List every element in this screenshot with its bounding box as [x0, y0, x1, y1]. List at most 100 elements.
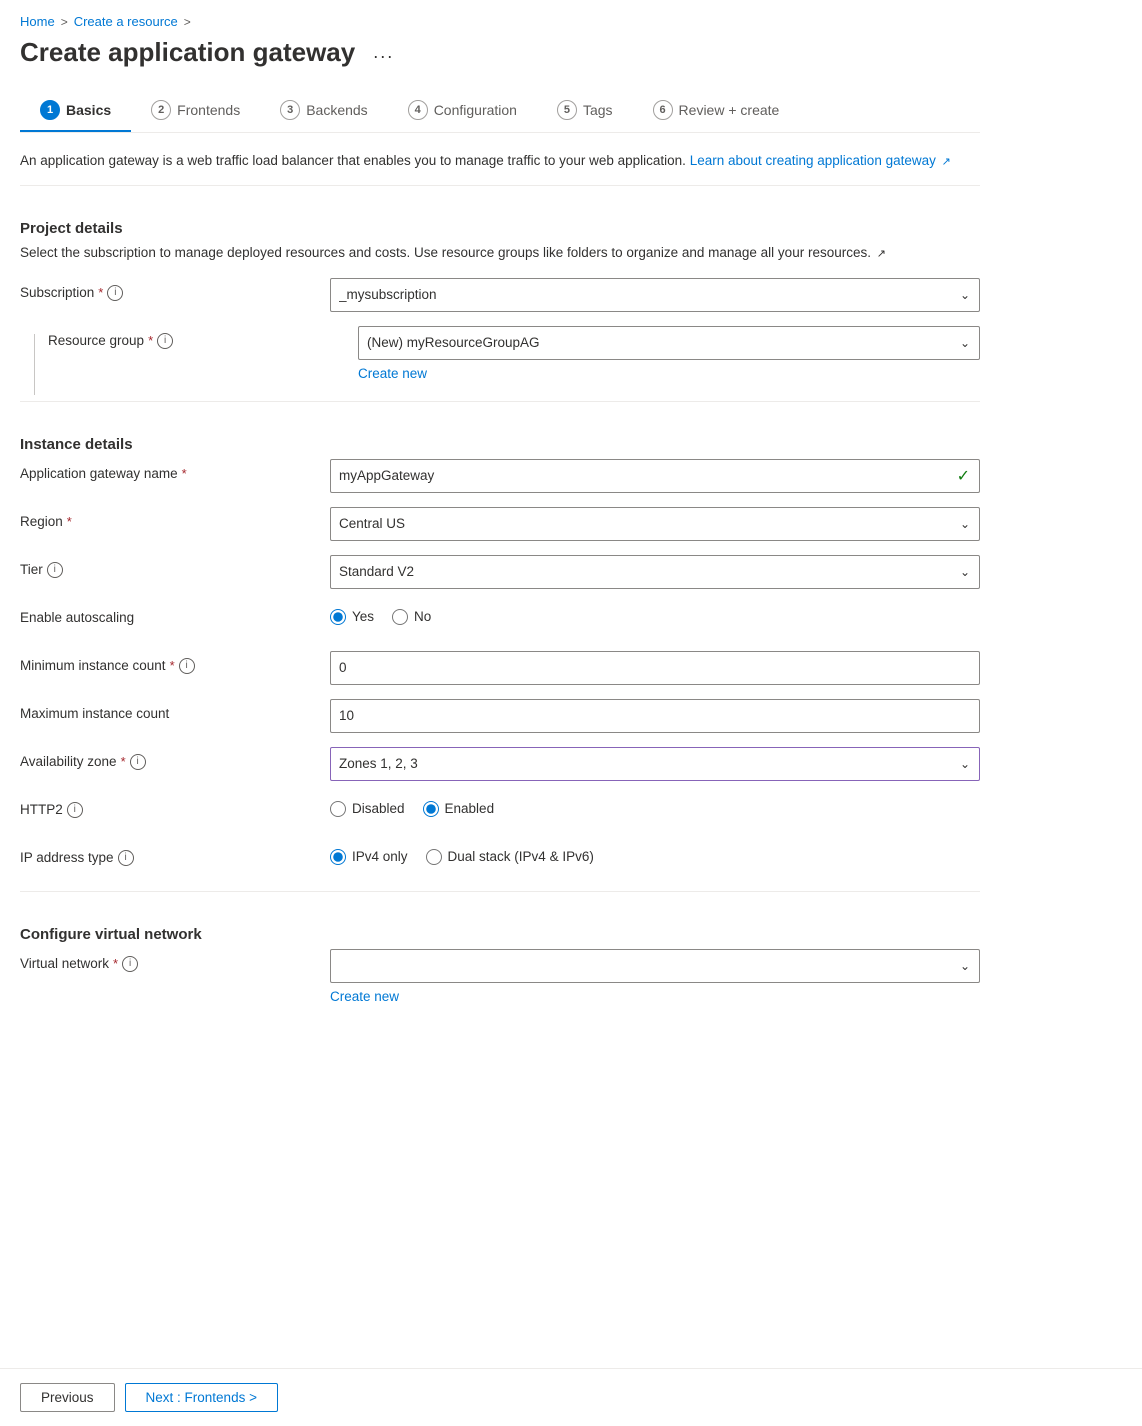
tab-configuration[interactable]: 4 Configuration: [388, 92, 537, 132]
vnet-section: Configure virtual network Virtual networ…: [20, 891, 980, 1004]
next-button[interactable]: Next : Frontends >: [125, 1383, 278, 1412]
autoscaling-yes-radio[interactable]: [330, 609, 346, 625]
rg-required: *: [148, 333, 153, 348]
tier-control: Standard V2 ⌄: [330, 555, 980, 589]
autoscaling-yes-option[interactable]: Yes: [330, 609, 374, 625]
availability-info-icon[interactable]: i: [130, 754, 146, 770]
bottom-bar: Previous Next : Frontends >: [0, 1368, 1142, 1426]
subscription-select[interactable]: _mysubscription: [330, 278, 980, 312]
breadcrumb-create-resource[interactable]: Create a resource: [74, 14, 178, 29]
gateway-name-input[interactable]: [330, 459, 980, 493]
tab-tags-circle: 5: [557, 100, 577, 120]
ip-dual-radio[interactable]: [426, 849, 442, 865]
http2-disabled-option[interactable]: Disabled: [330, 801, 405, 817]
breadcrumb-sep1: >: [61, 15, 68, 29]
instance-details-section: Instance details Application gateway nam…: [20, 401, 980, 877]
min-count-info-icon[interactable]: i: [179, 658, 195, 674]
tab-configuration-label: Configuration: [434, 102, 517, 118]
ip-type-label: IP address type i: [20, 843, 330, 866]
autoscaling-no-radio[interactable]: [392, 609, 408, 625]
instance-details-title: Instance details: [20, 436, 980, 453]
tier-info-icon[interactable]: i: [47, 562, 63, 578]
tab-review-circle: 6: [653, 100, 673, 120]
max-count-label: Maximum instance count: [20, 699, 330, 721]
gateway-name-row: Application gateway name * ✓: [20, 459, 980, 493]
tab-basics-label: Basics: [66, 102, 111, 118]
http2-disabled-radio[interactable]: [330, 801, 346, 817]
indent-col: [20, 326, 48, 395]
rg-info-icon[interactable]: i: [157, 333, 173, 349]
tab-basics-circle: 1: [40, 100, 60, 120]
page-title: Create application gateway: [20, 37, 355, 68]
availability-select[interactable]: Zones 1, 2, 3: [330, 747, 980, 781]
tab-frontends[interactable]: 2 Frontends: [131, 92, 260, 132]
region-control: Central US ⌄: [330, 507, 980, 541]
ip-type-control: IPv4 only Dual stack (IPv4 & IPv6): [330, 843, 980, 865]
region-row: Region * Central US ⌄: [20, 507, 980, 541]
tab-backends[interactable]: 3 Backends: [260, 92, 387, 132]
ip-type-radio-group: IPv4 only Dual stack (IPv4 & IPv6): [330, 843, 980, 865]
max-count-control: [330, 699, 980, 733]
autoscaling-label: Enable autoscaling: [20, 603, 330, 625]
availability-row: Availability zone * i Zones 1, 2, 3 ⌄: [20, 747, 980, 781]
vnet-select[interactable]: [330, 949, 980, 983]
create-new-vnet-link[interactable]: Create new: [330, 989, 399, 1004]
previous-button[interactable]: Previous: [20, 1383, 115, 1412]
resource-group-indent-row: Resource group * i (New) myResourceGroup…: [20, 326, 980, 395]
ext-icon-desc: ↗: [877, 248, 886, 260]
http2-enabled-radio[interactable]: [423, 801, 439, 817]
ip-ipv4-radio[interactable]: [330, 849, 346, 865]
ip-type-info-icon[interactable]: i: [118, 850, 134, 866]
subscription-info-icon[interactable]: i: [107, 285, 123, 301]
availability-select-wrapper: Zones 1, 2, 3 ⌄: [330, 747, 980, 781]
max-count-input[interactable]: [330, 699, 980, 733]
tab-backends-circle: 3: [280, 100, 300, 120]
ip-dual-label: Dual stack (IPv4 & IPv6): [448, 849, 594, 864]
autoscaling-no-label: No: [414, 609, 431, 624]
tab-tags[interactable]: 5 Tags: [537, 92, 633, 132]
tab-frontends-label: Frontends: [177, 102, 240, 118]
http2-label: HTTP2 i: [20, 795, 330, 818]
subscription-required: *: [98, 285, 103, 300]
vnet-select-wrapper: ⌄: [330, 949, 980, 983]
autoscaling-no-option[interactable]: No: [392, 609, 431, 625]
ellipsis-button[interactable]: ...: [367, 40, 400, 65]
create-new-rg-link[interactable]: Create new: [358, 366, 427, 381]
min-count-input[interactable]: [330, 651, 980, 685]
page-title-row: Create application gateway ...: [20, 37, 980, 68]
min-count-control: [330, 651, 980, 685]
tab-backends-label: Backends: [306, 102, 367, 118]
http2-enabled-option[interactable]: Enabled: [423, 801, 495, 817]
project-details-title: Project details: [20, 220, 980, 237]
http2-enabled-label: Enabled: [445, 801, 495, 816]
gateway-name-required: *: [182, 466, 187, 481]
tab-review-label: Review + create: [679, 102, 780, 118]
tier-select[interactable]: Standard V2: [330, 555, 980, 589]
breadcrumb-home[interactable]: Home: [20, 14, 55, 29]
min-count-label: Minimum instance count * i: [20, 651, 330, 674]
resource-group-select[interactable]: (New) myResourceGroupAG: [358, 326, 980, 360]
region-select[interactable]: Central US: [330, 507, 980, 541]
autoscaling-row: Enable autoscaling Yes No: [20, 603, 980, 637]
min-count-row: Minimum instance count * i: [20, 651, 980, 685]
info-text: An application gateway is a web traffic …: [20, 151, 980, 171]
rg-select-wrapper: (New) myResourceGroupAG ⌄: [358, 326, 980, 360]
subscription-control: _mysubscription ⌄: [330, 278, 980, 312]
subscription-label: Subscription * i: [20, 278, 330, 301]
vnet-info-icon[interactable]: i: [122, 956, 138, 972]
info-link[interactable]: Learn about creating application gateway…: [690, 153, 951, 168]
autoscaling-radio-group: Yes No: [330, 603, 980, 625]
tab-review-create[interactable]: 6 Review + create: [633, 92, 800, 132]
http2-info-icon[interactable]: i: [67, 802, 83, 818]
project-details-desc: Select the subscription to manage deploy…: [20, 243, 980, 263]
resource-group-row: Resource group * i (New) myResourceGroup…: [48, 326, 980, 381]
ip-ipv4-option[interactable]: IPv4 only: [330, 849, 408, 865]
tab-basics[interactable]: 1 Basics: [20, 92, 131, 132]
ip-dual-option[interactable]: Dual stack (IPv4 & IPv6): [426, 849, 594, 865]
availability-control: Zones 1, 2, 3 ⌄: [330, 747, 980, 781]
autoscaling-control: Yes No: [330, 603, 980, 625]
availability-label: Availability zone * i: [20, 747, 330, 770]
min-count-required: *: [170, 658, 175, 673]
tier-label: Tier i: [20, 555, 330, 578]
subscription-row: Subscription * i _mysubscription ⌄: [20, 278, 980, 312]
